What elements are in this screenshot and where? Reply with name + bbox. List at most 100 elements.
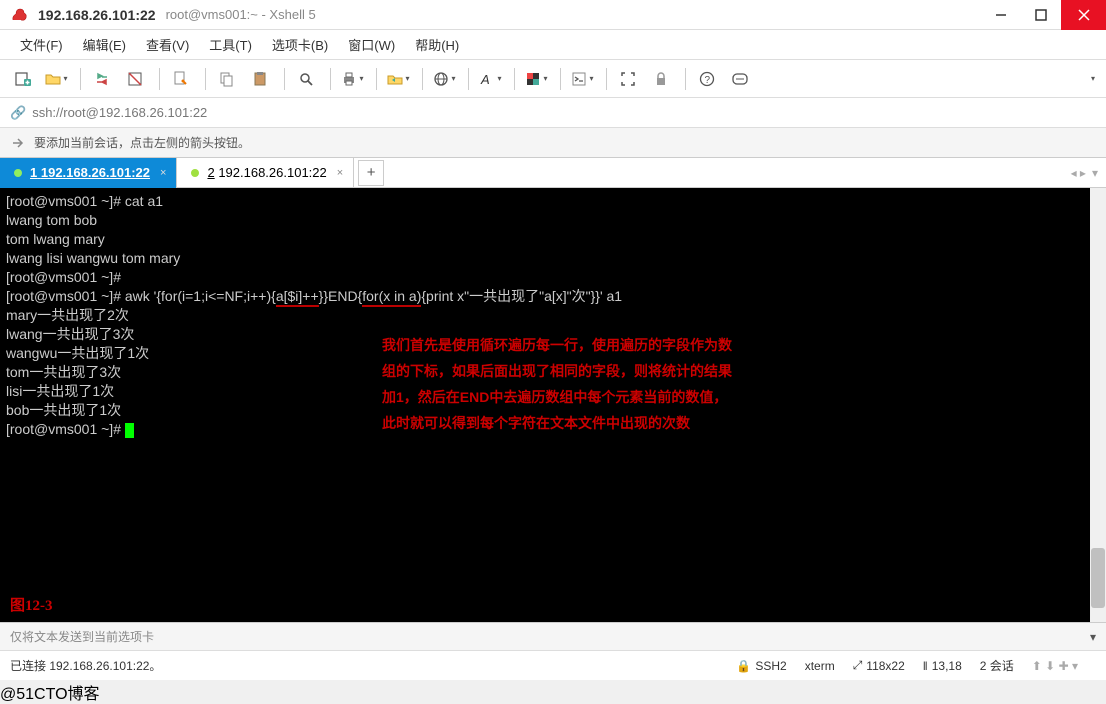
tab-2[interactable]: 2 192.168.26.101:22 × xyxy=(177,158,354,188)
terminal-output: lwang tom bob xyxy=(6,211,1100,230)
terminal[interactable]: [root@vms001 ~]# cat a1 lwang tom bob to… xyxy=(0,188,1106,622)
prompt: [root@vms001 ~]# xyxy=(6,268,1100,287)
annotation-line: 我们首先是使用循环遍历每一行，使用遍历的字段作为数 xyxy=(382,332,732,358)
terminal-output: lwang lisi wangwu tom mary xyxy=(6,249,1100,268)
status-term-type: xterm xyxy=(805,659,835,673)
close-button[interactable] xyxy=(1061,0,1106,30)
tab-prev-icon[interactable]: ◂ ▸ xyxy=(1071,166,1086,180)
help-icon[interactable]: ? xyxy=(692,66,722,92)
tab-close-icon[interactable]: × xyxy=(337,167,343,179)
terminal-scrollbar[interactable] xyxy=(1090,188,1106,622)
disconnect-icon[interactable] xyxy=(120,66,150,92)
prompt: [root@vms001 ~]# xyxy=(6,288,125,304)
status-protocol: 🔒SSH2 xyxy=(736,659,786,673)
quick-command-icon[interactable] xyxy=(725,66,755,92)
hint-arrow-icon[interactable] xyxy=(10,135,26,151)
title-address: 192.168.26.101:22 xyxy=(38,7,156,23)
status-session-count: 2 会话 xyxy=(980,657,1014,674)
menu-help[interactable]: 帮助(H) xyxy=(405,31,469,58)
tab-status-dot-icon xyxy=(191,169,199,177)
send-target-icon[interactable]: ▾ xyxy=(1090,630,1096,644)
toolbar: ▾ ▾ ▾ ▾ A▾ ▾ ▾ ? ▾ xyxy=(0,60,1106,98)
script-icon[interactable]: ▾ xyxy=(567,66,597,92)
tab-bar: 1 192.168.26.101:22 × 2 192.168.26.101:2… xyxy=(0,158,1106,188)
tab-label: 192.168.26.101:22 xyxy=(218,165,326,180)
new-session-icon[interactable] xyxy=(8,66,38,92)
send-hint-text: 仅将文本发送到当前选项卡 xyxy=(10,628,154,645)
command: awk '{for(i=1;i<=NF;i++){ xyxy=(125,288,276,304)
add-tab-button[interactable]: + xyxy=(358,160,384,186)
scrollbar-thumb[interactable] xyxy=(1091,548,1105,608)
command: }}END{ xyxy=(319,288,363,304)
toolbar-separator xyxy=(330,68,331,90)
annotation-line: 组的下标，如果后面出现了相同的字段，则将统计的结果 xyxy=(382,358,732,384)
tab-close-icon[interactable]: × xyxy=(160,167,166,179)
find-icon[interactable] xyxy=(291,66,321,92)
svg-text:A: A xyxy=(480,72,490,87)
url-link-icon: 🔗 xyxy=(10,105,26,121)
menu-tools[interactable]: 工具(T) xyxy=(199,31,262,58)
app-icon xyxy=(10,6,28,24)
address-bar: 🔗 ssh://root@192.168.26.101:22 xyxy=(0,98,1106,128)
terminal-cursor xyxy=(125,423,134,438)
hint-bar: 要添加当前会话，点击左侧的箭头按钮。 xyxy=(0,128,1106,158)
status-bar: 已连接 192.168.26.101:22。 🔒SSH2 xterm ⤢ 118… xyxy=(0,650,1106,680)
terminal-output: tom lwang mary xyxy=(6,230,1100,249)
color-scheme-icon[interactable]: ▾ xyxy=(521,66,551,92)
menu-tabs[interactable]: 选项卡(B) xyxy=(262,31,338,58)
status-nav[interactable]: ⬆ ⬇ ✚ ▾ xyxy=(1032,659,1078,673)
lock-icon: 🔒 xyxy=(736,659,751,673)
tab-label: 192.168.26.101:22 xyxy=(41,165,150,180)
maximize-button[interactable] xyxy=(1021,0,1061,30)
annotation-line: 加1，然后在END中去遍历数组中每个元素当前的数值， xyxy=(382,384,732,410)
menu-edit[interactable]: 编辑(E) xyxy=(73,31,136,58)
xftp-icon[interactable]: ▾ xyxy=(383,66,413,92)
tab-status-dot-icon xyxy=(14,169,22,177)
title-subtitle: root@vms001:~ - Xshell 5 xyxy=(166,7,316,22)
toolbar-separator xyxy=(468,68,469,90)
toolbar-overflow-icon[interactable]: ▾ xyxy=(1088,74,1098,83)
tab-nav-buttons: ◂ ▸ ▾ xyxy=(1071,166,1106,180)
status-size: ⤢ 118x22 xyxy=(853,658,905,673)
toolbar-separator xyxy=(80,68,81,90)
send-input-bar[interactable]: 仅将文本发送到当前选项卡 ▾ xyxy=(0,622,1106,650)
open-session-icon[interactable]: ▾ xyxy=(41,66,71,92)
toolbar-separator xyxy=(422,68,423,90)
prompt: [root@vms001 ~]# xyxy=(6,193,125,209)
menu-view[interactable]: 查看(V) xyxy=(136,31,199,58)
prompt: [root@vms001 ~]# xyxy=(6,421,125,437)
toolbar-separator xyxy=(606,68,607,90)
lock-icon[interactable] xyxy=(646,66,676,92)
figure-caption: 图12-3 xyxy=(10,597,53,616)
minimize-button[interactable] xyxy=(981,0,1021,30)
command: cat a1 xyxy=(125,193,163,209)
annotation-text: 我们首先是使用循环遍历每一行，使用遍历的字段作为数 组的下标，如果后面出现了相同… xyxy=(382,332,732,436)
command-highlight: a[$i]++ xyxy=(276,288,319,307)
fullscreen-icon[interactable] xyxy=(613,66,643,92)
toolbar-separator xyxy=(284,68,285,90)
paste-icon[interactable] xyxy=(245,66,275,92)
print-icon[interactable]: ▾ xyxy=(337,66,367,92)
annotation-line: 此时就可以得到每个字符在文本文件中出现的次数 xyxy=(382,410,732,436)
terminal-output: mary一共出现了2次 xyxy=(6,306,1100,325)
menu-window[interactable]: 窗口(W) xyxy=(338,31,405,58)
tab-menu-icon[interactable]: ▾ xyxy=(1092,166,1098,180)
svg-text:?: ? xyxy=(705,75,711,86)
tab-index: 1 xyxy=(30,165,37,180)
font-icon[interactable]: A▾ xyxy=(475,66,505,92)
copy-icon[interactable] xyxy=(212,66,242,92)
toolbar-separator xyxy=(205,68,206,90)
url-text[interactable]: ssh://root@192.168.26.101:22 xyxy=(32,105,207,120)
tab-1[interactable]: 1 192.168.26.101:22 × xyxy=(0,158,177,188)
reconnect-icon[interactable] xyxy=(87,66,117,92)
hint-text: 要添加当前会话，点击左侧的箭头按钮。 xyxy=(34,134,250,151)
properties-icon[interactable] xyxy=(166,66,196,92)
globe-icon[interactable]: ▾ xyxy=(429,66,459,92)
toolbar-separator xyxy=(685,68,686,90)
status-cursor-pos: ‖ 13,18 xyxy=(923,659,962,673)
menu-file[interactable]: 文件(F) xyxy=(10,31,73,58)
command: {print x"一共出现了"a[x]"次"}}' a1 xyxy=(421,288,622,304)
toolbar-separator xyxy=(376,68,377,90)
toolbar-separator xyxy=(514,68,515,90)
title-bar: 192.168.26.101:22 root@vms001:~ - Xshell… xyxy=(0,0,1106,30)
